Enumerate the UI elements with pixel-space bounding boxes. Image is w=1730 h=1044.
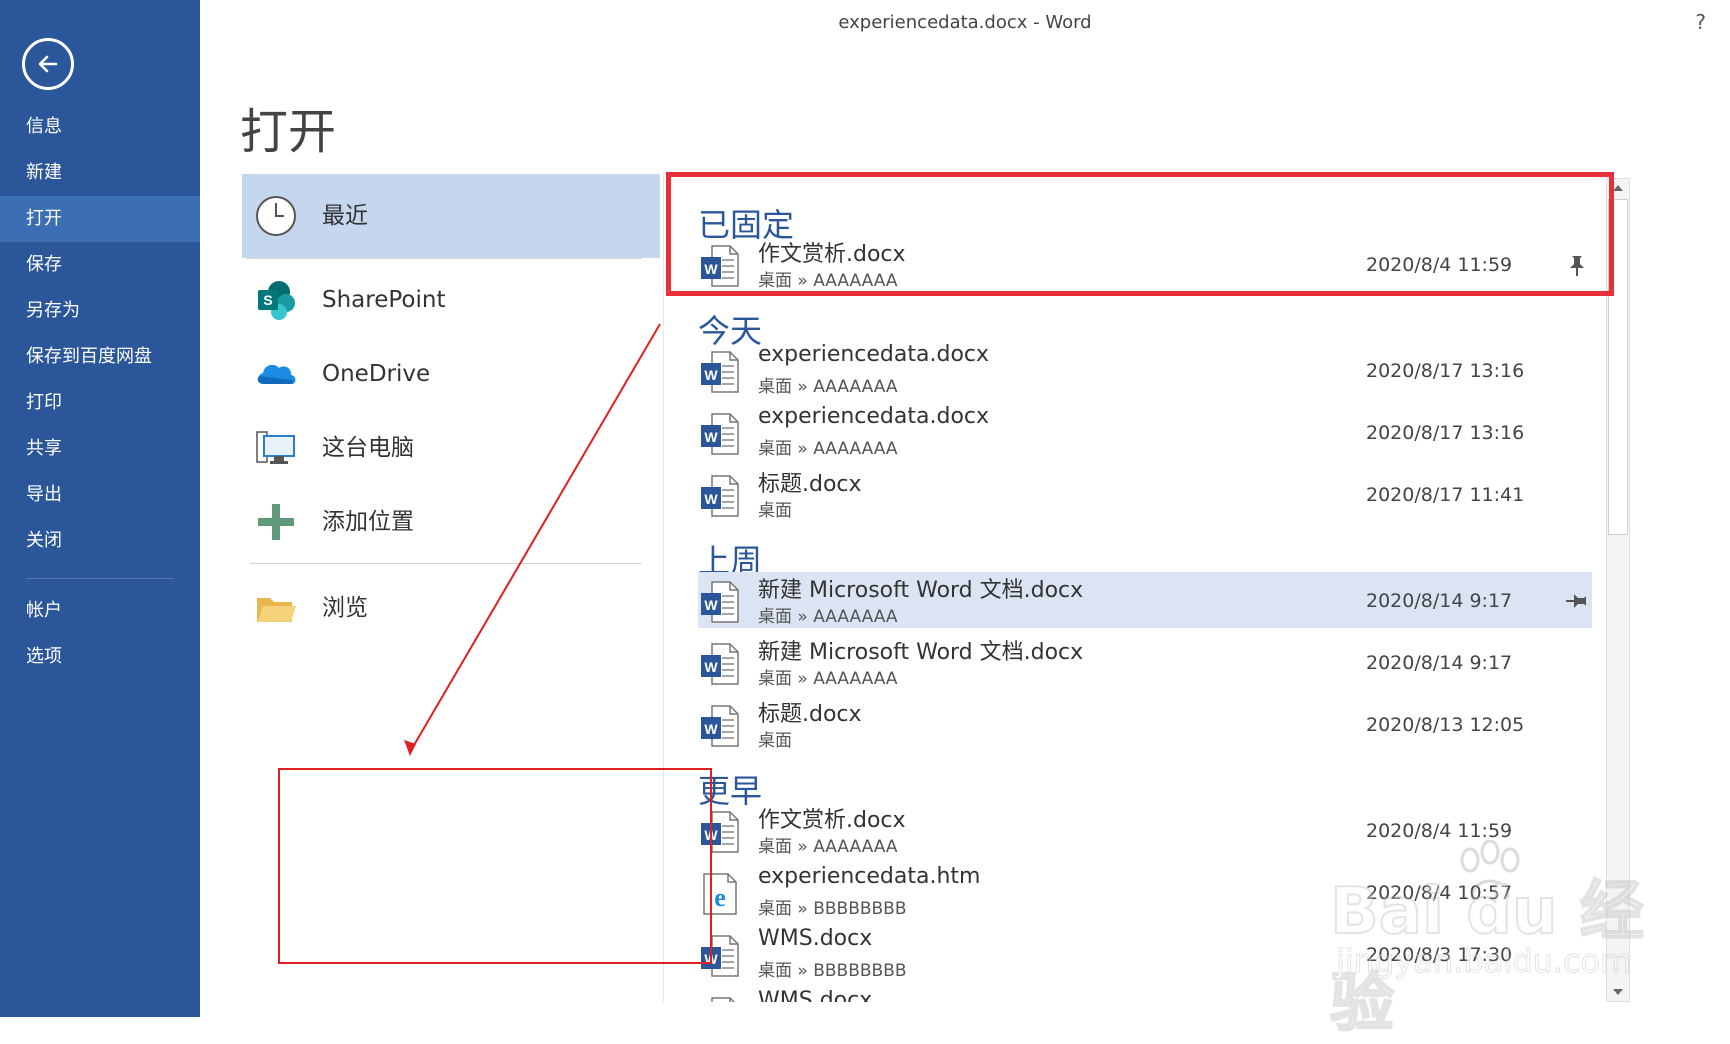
place-label: SharePoint (322, 287, 446, 313)
nav-item-new[interactable]: 新建 (0, 150, 200, 196)
svg-text:W: W (704, 367, 718, 383)
file-name: experiencedata.docx (758, 342, 990, 367)
add-icon (258, 504, 294, 540)
svg-text:W: W (704, 721, 718, 737)
baidu-watermark: Bai du 经验 jingyan.baidu.com (1329, 840, 1670, 1042)
file-modified-date: 2020/8/17 11:41 (1366, 484, 1525, 506)
place-label: 浏览 (322, 595, 368, 621)
file-path: 桌面 » AAAAAAA (758, 439, 898, 459)
file-name: 标题.docx (758, 472, 862, 497)
nav-item-print[interactable]: 打印 (0, 380, 200, 426)
file-modified-date: 2020/8/17 13:16 (1366, 360, 1525, 382)
file-name: 新建 Microsoft Word 文档.docx (758, 640, 1084, 665)
file-row[interactable]: W 标题.docx 桌面 2020/8/17 11:41 (698, 466, 1592, 522)
word-doc-icon: W (700, 642, 740, 686)
empty-annotation-box (278, 768, 712, 964)
file-path: 桌面 » AAAAAAA (758, 669, 898, 689)
place-recent[interactable]: 最近 (242, 174, 660, 258)
file-modified-date: 2020/8/14 9:17 (1366, 590, 1513, 612)
svg-text:W: W (704, 429, 718, 445)
nav-item-open[interactable]: 打开 (0, 196, 200, 242)
nav-item-save-to-baidu[interactable]: 保存到百度网盘 (0, 334, 200, 380)
place-label: OneDrive (322, 361, 431, 387)
file-row[interactable]: Wexperiencedata.docx 桌面 » AAAAAAA 2020/8/1… (698, 342, 1592, 398)
file-path: 桌面 » BBBBBBBB (758, 899, 907, 919)
place-add-location[interactable]: 添加位置 (242, 480, 660, 564)
file-modified-date: 2020/8/14 9:17 (1366, 652, 1513, 674)
pinned-annotation-box (666, 172, 1614, 296)
nav-divider (26, 578, 174, 579)
file-name: WMS.docx (758, 926, 873, 951)
file-path: 桌面 » AAAAAAA (758, 377, 898, 397)
file-modified-date: 2020/8/17 13:16 (1366, 422, 1525, 444)
file-name: 标题.docx (758, 702, 862, 727)
nav-item-save-as[interactable]: 另存为 (0, 288, 200, 334)
file-path: 桌面 » AAAAAAA (758, 837, 898, 857)
help-button[interactable]: ? (1695, 10, 1706, 34)
nav-item-options[interactable]: 选项 (0, 634, 200, 680)
file-name: experiencedata.htm (758, 864, 981, 889)
nav-item-save[interactable]: 保存 (0, 242, 200, 288)
place-this-pc[interactable]: 这台电脑 (242, 406, 660, 490)
svg-text:e: e (714, 883, 726, 912)
place-browse[interactable]: 浏览 (242, 566, 660, 650)
sharepoint-icon: S (258, 281, 295, 320)
clock-icon (256, 196, 296, 236)
file-row[interactable]: W 新建 Microsoft Word 文档.docx 桌面 » AAAAAAA 20… (698, 572, 1592, 628)
place-label: 添加位置 (322, 509, 414, 535)
svg-text:W: W (704, 491, 718, 507)
svg-text:W: W (704, 659, 718, 675)
computer-icon (256, 431, 295, 464)
word-doc-icon: W (700, 350, 740, 394)
file-name: 新建 Microsoft Word 文档.docx (758, 578, 1084, 603)
backstage-nav: 信息 新建 打开 保存 另存为 保存到百度网盘 打印 共享 导出 关闭 帐户 选… (0, 0, 200, 1017)
watermark-sub: jingyan.baidu.com (1335, 942, 1632, 981)
nav-item-share[interactable]: 共享 (0, 426, 200, 472)
folder-icon (257, 598, 296, 622)
file-row[interactable]: Wexperiencedata.docx 桌面 » AAAAAAA 2020/8/1… (698, 404, 1592, 460)
nav-item-close[interactable]: 关闭 (0, 518, 200, 564)
place-sharepoint[interactable]: S SharePoint (242, 258, 660, 342)
file-row[interactable]: W 标题.docx 桌面 2020/8/13 12:05 (698, 696, 1592, 752)
file-name: WMS.docx (758, 988, 873, 1002)
place-label: 最近 (322, 203, 368, 229)
file-modified-date: 2020/8/4 11:59 (1366, 820, 1513, 842)
file-modified-date: 2020/8/13 12:05 (1366, 714, 1525, 736)
svg-text:W: W (704, 597, 718, 613)
file-path: 桌面 » AAAAAAA (758, 607, 898, 627)
place-label: 这台电脑 (322, 435, 414, 461)
word-doc-icon: W (700, 580, 740, 624)
onedrive-icon (257, 364, 296, 384)
nav-item-export[interactable]: 导出 (0, 472, 200, 518)
file-name: 作文赏析.docx (758, 808, 906, 833)
unpinned-pin-icon[interactable] (1564, 588, 1590, 614)
nav-item-info[interactable]: 信息 (0, 104, 200, 150)
word-doc-icon: W (700, 474, 740, 518)
file-path: 桌面 » BBBBBBBB (758, 961, 907, 981)
word-doc-icon: W (700, 704, 740, 748)
nav-item-account[interactable]: 帐户 (0, 588, 200, 634)
svg-text:S: S (263, 292, 272, 308)
file-path: 桌面 (758, 501, 792, 521)
file-row[interactable]: W 新建 Microsoft Word 文档.docx 桌面 » AAAAAAA 20… (698, 634, 1592, 690)
place-onedrive[interactable]: OneDrive (242, 332, 660, 416)
word-doc-icon: W (700, 412, 740, 456)
places-divider (250, 563, 642, 564)
file-path: 桌面 (758, 731, 792, 751)
page-title: 打开 (240, 104, 337, 160)
file-name: experiencedata.docx (758, 404, 990, 429)
window-title: experiencedata.docx - Word (838, 12, 1092, 33)
back-button[interactable] (22, 38, 74, 90)
back-arrow-icon (38, 55, 58, 73)
word-doc-icon: W (700, 996, 740, 1002)
